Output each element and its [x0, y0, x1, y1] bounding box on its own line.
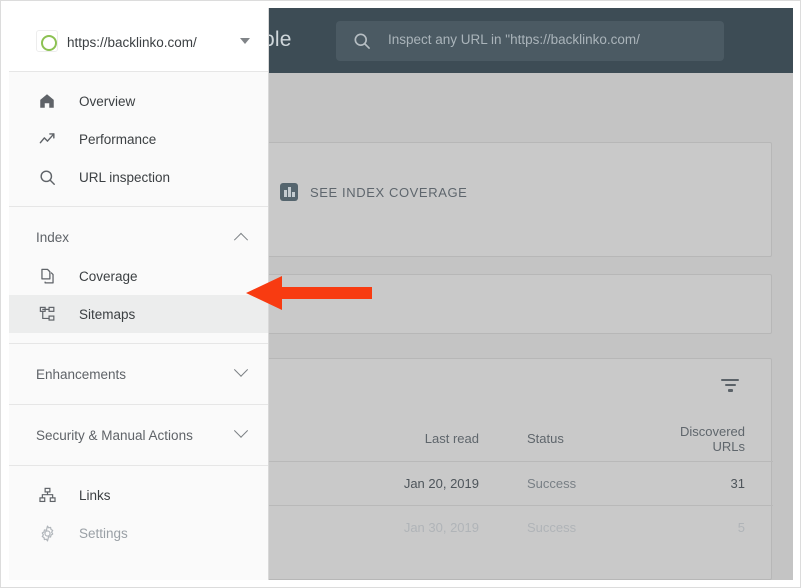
gear-icon — [36, 524, 58, 543]
sidebar-item-coverage[interactable]: Coverage — [9, 257, 268, 295]
section-header-label: Enhancements — [36, 366, 127, 382]
see-index-coverage-button[interactable]: SEE INDEX COVERAGE — [280, 183, 467, 201]
sidebar-item-label: Links — [79, 487, 111, 503]
chevron-down-icon[interactable] — [240, 38, 250, 44]
primary-nav-group: Overview Performance URL inspection — [9, 72, 268, 206]
url-inspection-search-box[interactable]: Inspect any URL in "https://backlinko.co… — [336, 21, 724, 61]
home-icon — [36, 92, 58, 110]
sidebar-item-links[interactable]: Links — [9, 476, 268, 514]
section-header-security-manual-actions[interactable]: Security & Manual Actions — [9, 415, 268, 455]
sidebar-item-overview[interactable]: Overview — [9, 82, 268, 120]
section-header-label: Index — [36, 229, 70, 245]
security-nav-group: Security & Manual Actions — [9, 404, 268, 465]
sidebar-item-url-inspection[interactable]: URL inspection — [9, 158, 268, 196]
trending-up-icon — [36, 130, 58, 149]
sidebar-item-settings[interactable]: Settings — [9, 514, 268, 552]
chevron-up-icon[interactable] — [233, 232, 249, 247]
column-header-last-read[interactable]: Last read — [389, 417, 519, 461]
section-header-index[interactable]: Index — [9, 217, 268, 257]
enhancements-nav-group: Enhancements — [9, 343, 268, 404]
sidebar-item-label: URL inspection — [79, 169, 171, 185]
site-property-picker[interactable]: https://backlinko.com/ — [9, 8, 268, 72]
cell-status: Success — [527, 519, 577, 535]
see-index-coverage-label: SEE INDEX COVERAGE — [310, 184, 468, 200]
bar-chart-icon — [280, 183, 298, 201]
index-nav-group: Index Coverage Sitemaps — [9, 206, 268, 343]
column-header-status[interactable]: Status — [519, 417, 649, 461]
cell-last-read: Jan 20, 2019 — [403, 475, 479, 491]
sitemap-tree-icon — [36, 305, 58, 324]
chevron-down-icon[interactable] — [233, 362, 249, 377]
sidebar-item-label: Coverage — [79, 268, 138, 284]
cell-discovered-urls: 31 — [730, 475, 745, 491]
sidebar-item-label: Performance — [79, 131, 157, 147]
site-property-url: https://backlinko.com/ — [67, 35, 197, 50]
documents-icon — [36, 267, 58, 286]
cell-discovered-urls: 5 — [737, 519, 745, 535]
section-header-enhancements[interactable]: Enhancements — [9, 354, 268, 394]
sidebar-item-label: Settings — [79, 525, 128, 541]
magnifier-icon — [36, 168, 58, 187]
sidebar-item-label: Overview — [79, 93, 136, 109]
links-org-icon — [36, 486, 58, 505]
chevron-down-icon[interactable] — [233, 423, 249, 438]
filter-icon[interactable] — [720, 379, 740, 395]
cell-last-read: Jan 30, 2019 — [403, 519, 479, 535]
sidebar-item-label: Sitemaps — [79, 306, 136, 322]
sidebar-item-sitemaps[interactable]: Sitemaps — [9, 295, 268, 333]
cell-status: Success — [527, 475, 577, 491]
footer-nav-group: Links Settings — [9, 465, 268, 562]
column-header-discovered-urls[interactable]: Discovered URLs — [649, 417, 773, 461]
sidebar-item-performance[interactable]: Performance — [9, 120, 268, 158]
screenshot-root: ole Inspect any URL in "https://backlink… — [0, 0, 801, 588]
navigation-sidebar: https://backlinko.com/ Overview Performa… — [9, 8, 269, 580]
section-header-label: Security & Manual Actions — [36, 427, 193, 443]
search-placeholder-text: Inspect any URL in "https://backlinko.co… — [388, 32, 640, 47]
site-ring-icon — [36, 30, 58, 52]
search-icon — [352, 31, 372, 51]
